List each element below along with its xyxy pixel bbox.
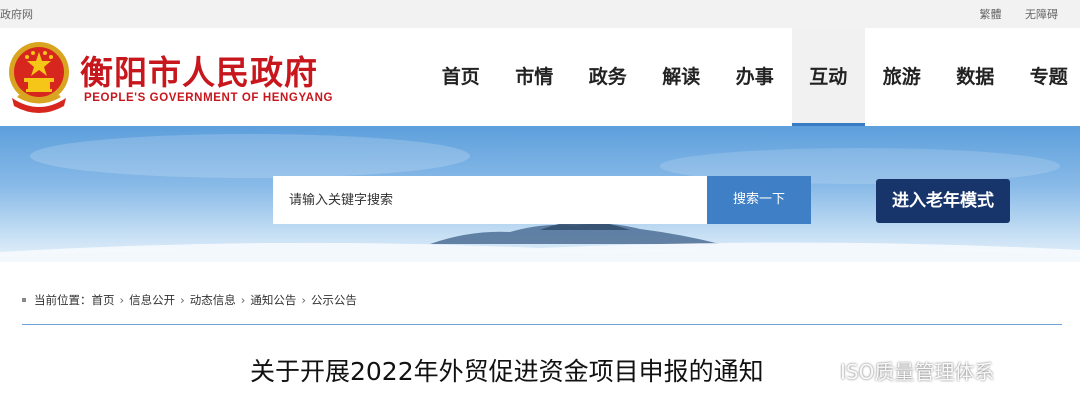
nav-item-interpretation[interactable]: 解读 [645, 28, 719, 126]
top-links: 繁體 无障碍 [960, 6, 1059, 22]
site-title-en: PEOPLE'S GOVERNMENT OF HENGYANG [84, 92, 334, 104]
main-nav: 首页 市情 政务 解读 办事 互动 旅游 数据 专题 [424, 28, 1080, 126]
breadcrumb: 当前位置： 首页 › 信息公开 › 动态信息 › 通知公告 › 公示公告 [22, 292, 357, 308]
national-emblem-icon[interactable] [6, 40, 72, 114]
accessibility-link[interactable]: 无障碍 [1025, 8, 1058, 21]
breadcrumb-link-home[interactable]: 首页 [92, 292, 115, 308]
search-input[interactable] [273, 176, 707, 224]
article-title: 关于开展2022年外贸促进资金项目申报的通知 [250, 357, 764, 386]
breadcrumb-link-info-disclosure[interactable]: 信息公开 [129, 292, 175, 308]
nav-item-services[interactable]: 办事 [718, 28, 792, 126]
breadcrumb-prefix: 当前位置： [34, 293, 92, 307]
breadcrumb-separator-icon: › [180, 293, 185, 307]
nav-item-city-info[interactable]: 市情 [498, 28, 572, 126]
elder-mode-button[interactable]: 进入老年模式 [876, 179, 1010, 223]
watermark-text: ISO质量管理体系 [840, 360, 995, 384]
nav-item-tourism[interactable]: 旅游 [865, 28, 939, 126]
watermark: ISO质量管理体系 [808, 356, 994, 385]
nav-item-government-affairs[interactable]: 政务 [571, 28, 645, 126]
top-utility-bar: 政府网 繁體 无障碍 [0, 0, 1080, 28]
search-button[interactable]: 搜索一下 [707, 176, 811, 224]
site-title-cn[interactable]: 衡阳市人民政府 [80, 46, 318, 94]
site-header: 衡阳市人民政府 PEOPLE'S GOVERNMENT OF HENGYANG … [0, 28, 1080, 126]
nav-item-data[interactable]: 数据 [939, 28, 1013, 126]
breadcrumb-link-notices[interactable]: 通知公告 [250, 292, 296, 308]
traditional-chinese-link[interactable]: 繁體 [980, 8, 1002, 21]
content-divider [22, 324, 1062, 325]
search-banner: 搜索一下 进入老年模式 [0, 126, 1080, 262]
nav-item-home[interactable]: 首页 [424, 28, 498, 126]
nav-item-interaction[interactable]: 互动 [791, 28, 865, 126]
wechat-icon [808, 360, 834, 381]
breadcrumb-separator-icon: › [119, 293, 125, 307]
breadcrumb-separator-icon: › [240, 293, 246, 307]
site-name-link[interactable]: 政府网 [0, 6, 33, 22]
breadcrumb-link-public-announcements[interactable]: 公示公告 [311, 292, 357, 308]
breadcrumb-link-dynamic-info[interactable]: 动态信息 [190, 292, 236, 308]
nav-item-topics[interactable]: 专题 [1012, 28, 1080, 126]
breadcrumb-marker-icon [22, 298, 26, 302]
breadcrumb-separator-icon: › [301, 293, 306, 307]
